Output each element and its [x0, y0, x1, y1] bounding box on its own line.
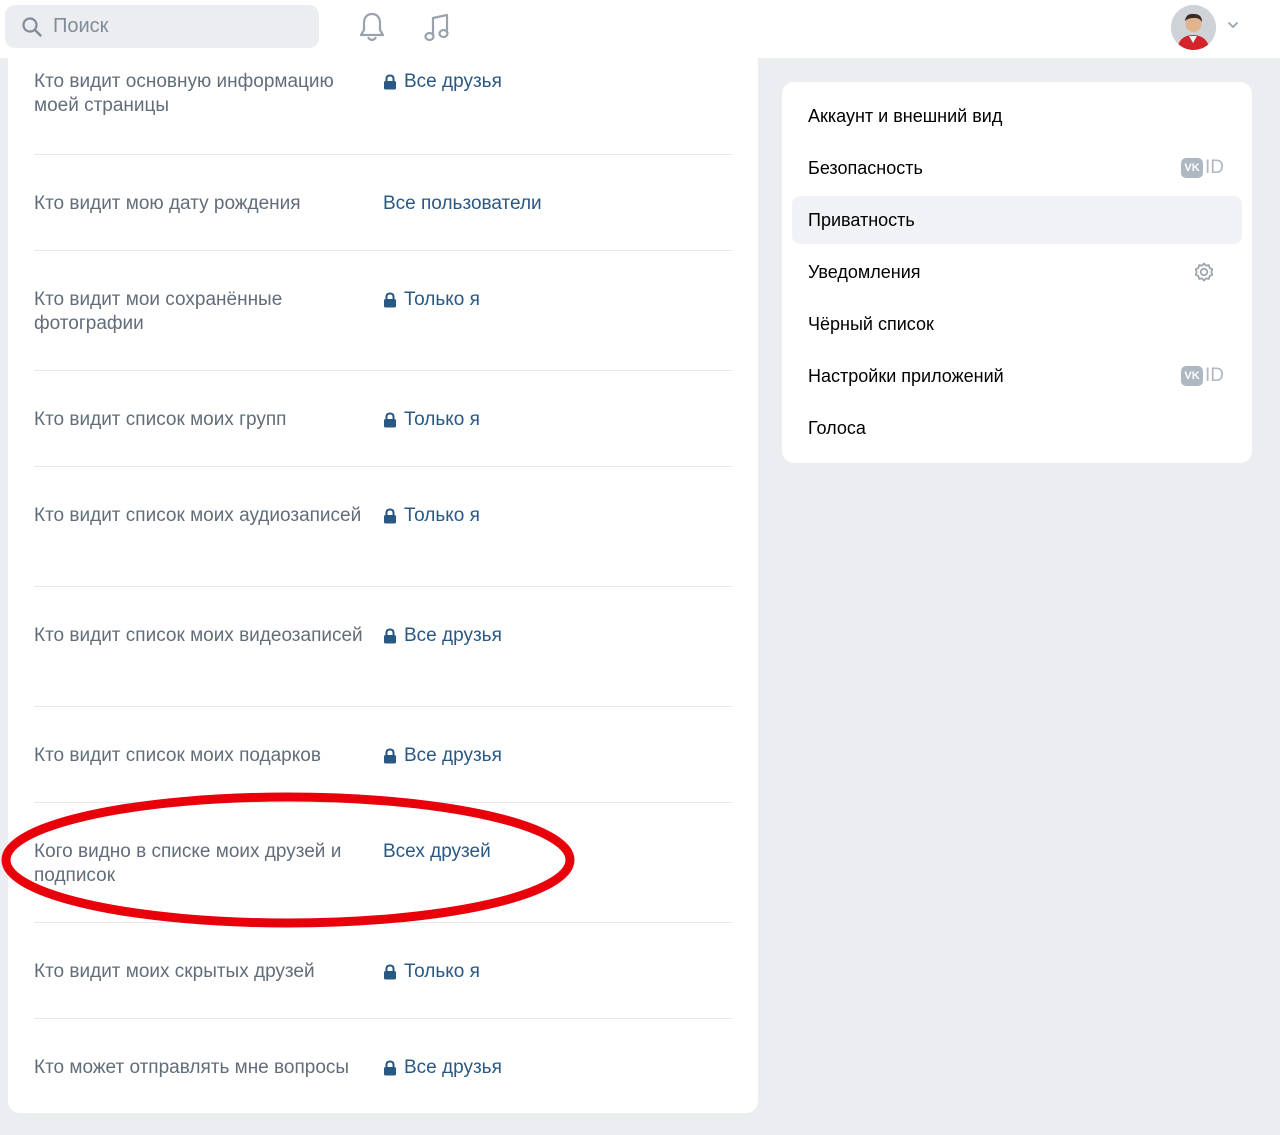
settings-menu-item-label: Настройки приложений: [808, 365, 1004, 386]
settings-menu-item[interactable]: Голоса: [792, 404, 1242, 452]
top-bar: [0, 0, 1280, 58]
privacy-row-value-text: Все друзья: [404, 1057, 502, 1078]
settings-menu-item-label: Голоса: [808, 417, 866, 438]
settings-menu-item[interactable]: Настройки приложений VK ID: [792, 352, 1242, 400]
settings-menu-item[interactable]: Уведомления: [792, 248, 1242, 296]
lock-icon: [383, 508, 397, 524]
lock-icon: [383, 628, 397, 644]
privacy-row: Кто видит мои сохранённые фотографии Толь…: [34, 250, 732, 371]
privacy-row-value[interactable]: Только я: [383, 408, 480, 432]
vk-id-text: ID: [1205, 365, 1224, 386]
privacy-row-value[interactable]: Все друзья: [383, 744, 502, 768]
search-input[interactable]: [53, 15, 293, 38]
bell-icon[interactable]: [356, 10, 388, 44]
vk-id-icon: VK ID: [1181, 157, 1224, 179]
settings-menu-item-label: Уведомления: [808, 261, 921, 282]
privacy-row-label: Кто видит список моих аудиозаписей: [34, 505, 362, 526]
settings-menu-item-label: Приватность: [808, 209, 915, 230]
privacy-row-label: Кто видит моих скрытых друзей: [34, 961, 315, 982]
search-icon: [21, 16, 43, 38]
vk-id-text: ID: [1205, 157, 1224, 178]
lock-icon: [383, 748, 397, 764]
settings-menu-item-label: Безопасность: [808, 157, 923, 178]
privacy-row-label: Кто видит список моих видеозаписей: [34, 625, 363, 646]
privacy-row-value-text: Только я: [404, 505, 480, 526]
privacy-row-value-text: Все друзья: [404, 625, 502, 646]
settings-menu: Аккаунт и внешний вид Безопасность VK ID При…: [782, 82, 1252, 463]
gear-icon[interactable]: [1192, 260, 1216, 284]
privacy-row: Кто видит список моих аудиозаписей Только…: [34, 466, 732, 587]
privacy-row-value-text: Только я: [404, 961, 480, 982]
privacy-row: Кто видит моих скрытых друзей Только я: [34, 922, 732, 1019]
settings-menu-item[interactable]: Чёрный список: [792, 300, 1242, 348]
privacy-row: Кто видит список моих групп Только я: [34, 370, 732, 467]
lock-icon: [383, 74, 397, 90]
privacy-settings-card: Кто видит основную информацию моей стран…: [8, 58, 758, 1113]
privacy-row-label: Кого видно в списке моих друзей и подпис…: [34, 841, 342, 886]
settings-menu-item-label: Аккаунт и внешний вид: [808, 105, 1003, 126]
privacy-row-value[interactable]: Только я: [383, 504, 480, 528]
settings-menu-item[interactable]: Аккаунт и внешний вид: [792, 92, 1242, 140]
privacy-row: Кто видит основную информацию моей стран…: [34, 58, 732, 155]
privacy-row-value[interactable]: Все пользователи: [383, 192, 542, 216]
chevron-down-icon[interactable]: [1226, 18, 1240, 32]
privacy-row-label: Кто видит список моих подарков: [34, 745, 321, 766]
privacy-row-label: Кто может отправлять мне вопросы: [34, 1057, 350, 1078]
vk-logo: VK: [1181, 366, 1203, 386]
privacy-row-value-text: Все друзья: [404, 745, 502, 766]
search-box[interactable]: [5, 5, 319, 48]
vk-id-icon: VK ID: [1181, 365, 1224, 387]
settings-menu-item[interactable]: Приватность: [792, 196, 1242, 244]
lock-icon: [383, 1060, 397, 1076]
privacy-row-label: Кто видит мои сохранённые фотографии: [34, 289, 283, 334]
privacy-row-value-text: Только я: [404, 409, 480, 430]
privacy-row: Кто может отправлять мне вопросы Все друз…: [34, 1018, 732, 1113]
privacy-row-label: Кто видит мою дату рождения: [34, 193, 301, 214]
settings-menu-item[interactable]: Безопасность VK ID: [792, 144, 1242, 192]
privacy-row-value-text: Все пользователи: [383, 193, 542, 214]
privacy-row-value[interactable]: Всех друзей: [383, 840, 491, 864]
privacy-row-value[interactable]: Только я: [383, 288, 480, 312]
privacy-row-value-text: Только я: [404, 289, 480, 310]
privacy-row-value[interactable]: Все друзья: [383, 1056, 502, 1080]
privacy-row-value[interactable]: Только я: [383, 960, 480, 984]
privacy-row: Кто видит список моих видеозаписей Все др…: [34, 586, 732, 707]
music-icon[interactable]: [421, 10, 453, 44]
lock-icon: [383, 964, 397, 980]
privacy-row: Кто видит список моих подарков Все друзья: [34, 706, 732, 803]
privacy-row-value[interactable]: Все друзья: [383, 624, 502, 648]
privacy-row-label: Кто видит список моих групп: [34, 409, 287, 430]
privacy-row-value-text: Все друзья: [404, 71, 502, 92]
vk-logo: VK: [1181, 158, 1203, 178]
privacy-row: Кого видно в списке моих друзей и подпис…: [34, 802, 732, 923]
settings-menu-item-label: Чёрный список: [808, 313, 934, 334]
privacy-row-value[interactable]: Все друзья: [383, 70, 502, 94]
privacy-row: Кто видит мою дату рождения Все пользоват…: [34, 154, 732, 251]
privacy-row-label: Кто видит основную информацию моей стран…: [34, 71, 334, 116]
lock-icon: [383, 412, 397, 428]
privacy-row-value-text: Всех друзей: [383, 841, 491, 862]
avatar[interactable]: [1171, 5, 1216, 50]
lock-icon: [383, 292, 397, 308]
